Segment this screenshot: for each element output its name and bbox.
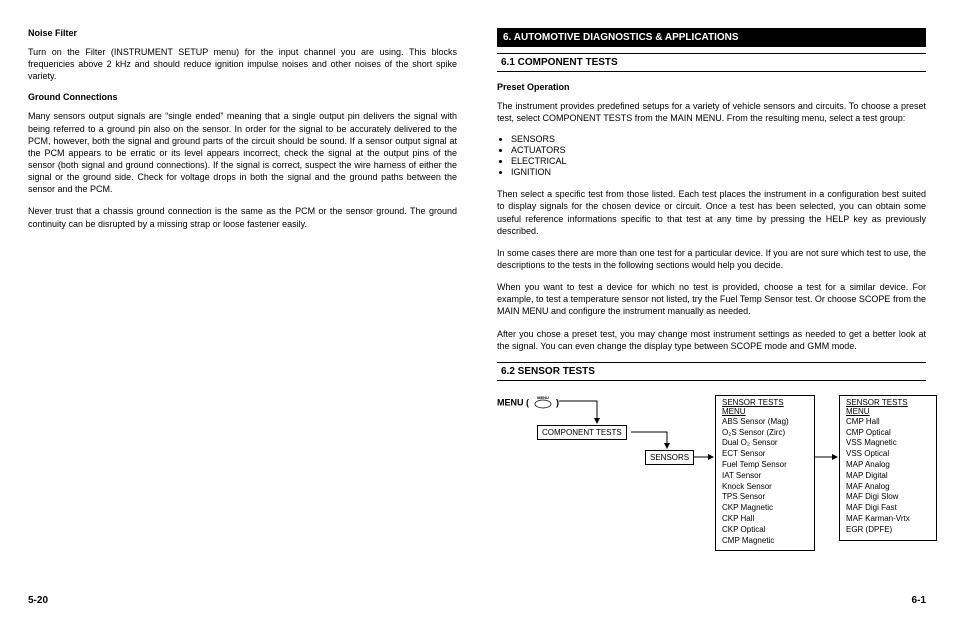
- preset-operation-heading: Preset Operation: [497, 82, 926, 92]
- preset-operation-p4: When you want to test a device for which…: [497, 281, 926, 317]
- page-number-left: 5-20: [28, 595, 48, 606]
- menu-item: EGR (DPFE): [846, 525, 930, 536]
- sensor-tests-diagram: MENU ( MENU ) COMPONENT TESTS SENSORS SE…: [497, 395, 926, 606]
- menu-item: MAP Analog: [846, 460, 930, 471]
- menu-1-items: ABS Sensor (Mag)O₂S Sensor (Zirc)Dual O₂…: [716, 417, 814, 551]
- section-6-heading: 6. AUTOMOTIVE DIAGNOSTICS & APPLICATIONS: [497, 28, 926, 47]
- menu-item: CKP Hall: [722, 514, 808, 525]
- preset-operation-p2: Then select a specific test from those l…: [497, 188, 926, 237]
- menu-icon-text: MENU: [537, 395, 549, 400]
- menu-key-icon: MENU: [532, 395, 554, 411]
- noise-filter-heading: Noise Filter: [28, 28, 457, 38]
- list-item: IGNITION: [511, 167, 926, 177]
- preset-operation-intro: The instrument provides predefined setup…: [497, 100, 926, 124]
- preset-operation-p3: In some cases there are more than one te…: [497, 247, 926, 271]
- list-item: ACTUATORS: [511, 145, 926, 155]
- menu-item: TPS Sensor: [722, 492, 808, 503]
- menu-item: IAT Sensor: [722, 471, 808, 482]
- preset-operation-p5: After you chose a preset test, you may c…: [497, 328, 926, 352]
- menu-1-title: SENSOR TESTS MENU: [716, 396, 814, 417]
- menu-item: ECT Sensor: [722, 449, 808, 460]
- menu-item: CMP Magnetic: [722, 536, 808, 547]
- menu-item: MAF Analog: [846, 482, 930, 493]
- menu-label-text: MENU (: [497, 397, 529, 407]
- test-group-list: SENSORS ACTUATORS ELECTRICAL IGNITION: [497, 134, 926, 178]
- list-item: SENSORS: [511, 134, 926, 144]
- menu-item: MAF Digi Fast: [846, 503, 930, 514]
- ground-connections-body-1: Many sensors output signals are “single …: [28, 110, 457, 195]
- menu-item: Dual O₂ Sensor: [722, 438, 808, 449]
- menu-item: CKP Magnetic: [722, 503, 808, 514]
- sensor-tests-menu-2: SENSOR TESTS MENU CMP HallCMP OpticalVSS…: [839, 395, 937, 541]
- menu-item: MAF Digi Slow: [846, 492, 930, 503]
- menu-label-end: ): [556, 397, 559, 407]
- menu-item: ABS Sensor (Mag): [722, 417, 808, 428]
- left-page: Noise Filter Turn on the Filter (INSTRUM…: [28, 28, 457, 606]
- sensors-box: SENSORS: [645, 450, 694, 465]
- menu-2-title: SENSOR TESTS MENU: [840, 396, 936, 417]
- right-page: 6. AUTOMOTIVE DIAGNOSTICS & APPLICATIONS…: [497, 28, 926, 606]
- menu-item: MAP Digital: [846, 471, 930, 482]
- menu-2-items: CMP HallCMP OpticalVSS MagneticVSS Optic…: [840, 417, 936, 540]
- menu-key-label: MENU ( MENU ): [497, 395, 559, 411]
- list-item: ELECTRICAL: [511, 156, 926, 166]
- component-tests-box: COMPONENT TESTS: [537, 425, 627, 440]
- sensor-tests-menu-1: SENSOR TESTS MENU ABS Sensor (Mag)O₂S Se…: [715, 395, 815, 552]
- menu-item: CMP Hall: [846, 417, 930, 428]
- noise-filter-body: Turn on the Filter (INSTRUMENT SETUP men…: [28, 46, 457, 82]
- section-6-1-heading: 6.1 COMPONENT TESTS: [497, 53, 926, 72]
- page-number-right: 6-1: [912, 595, 926, 606]
- menu-item: VSS Optical: [846, 449, 930, 460]
- menu-item: VSS Magnetic: [846, 438, 930, 449]
- menu-item: Fuel Temp Sensor: [722, 460, 808, 471]
- menu-item: CMP Optical: [846, 428, 930, 439]
- menu-item: MAF Karman-Vrtx: [846, 514, 930, 525]
- ground-connections-body-2: Never trust that a chassis ground connec…: [28, 205, 457, 229]
- menu-item: CKP Optical: [722, 525, 808, 536]
- section-6-2-heading: 6.2 SENSOR TESTS: [497, 362, 926, 381]
- menu-item: O₂S Sensor (Zirc): [722, 428, 808, 439]
- ground-connections-heading: Ground Connections: [28, 92, 457, 102]
- menu-item: Knock Sensor: [722, 482, 808, 493]
